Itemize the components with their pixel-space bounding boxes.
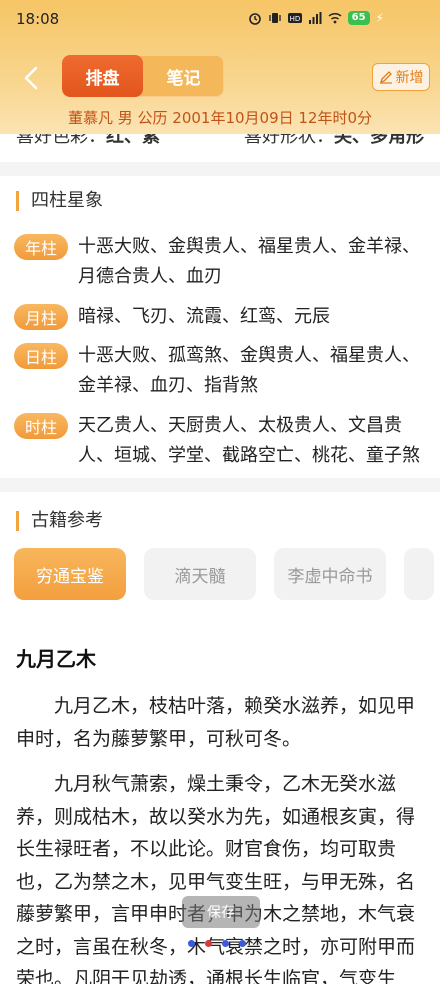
star-text: 十恶大败、金舆贵人、福星贵人、金羊禄、月德合贵人、血刃 <box>78 236 420 287</box>
tab-ditian-sui[interactable]: 滴天髓 <box>144 548 256 600</box>
tab-lixuzhong-mingshu[interactable]: 李虚中命书 <box>274 548 386 600</box>
indicator-dot <box>188 940 195 947</box>
pillar-badge: 日柱 <box>14 343 68 369</box>
reference-section-title: 古籍参考 <box>16 511 103 531</box>
wifi-icon <box>328 12 342 24</box>
reference-tabs: 穷通宝鉴 滴天髓 李虚中命书 <box>14 548 434 600</box>
hd-icon: HD <box>287 13 302 23</box>
star-row-day: 日柱 十恶大败、孤鸾煞、金舆贵人、福星贵人、金羊禄、血刃、指背煞 <box>14 341 426 401</box>
pillar-badge: 时柱 <box>14 413 68 439</box>
svg-text:HD: HD <box>289 15 300 23</box>
battery-level: 65 <box>351 12 366 23</box>
article-paragraph: 九月乙木，枝枯叶落，赖癸水滋养，如见甲申时，名为藤萝繁甲，可秋可冬。 <box>16 695 416 750</box>
mode-switch: 排盘 笔记 <box>62 55 224 97</box>
save-floating-button[interactable]: 保存 <box>182 896 260 928</box>
indicator-dot <box>205 940 212 947</box>
add-button[interactable]: 新增 <box>372 63 430 91</box>
status-bar: 18:08 HD 65 ⚡ <box>0 0 440 38</box>
article-paragraph: 九月秋气萧索，燥土秉令，乙木无癸水滋养，则成枯木，故以癸水为先，如通根亥寅，得长… <box>16 773 416 984</box>
back-arrow-icon[interactable] <box>20 64 44 92</box>
tab-notes[interactable]: 笔记 <box>143 55 224 97</box>
birth-info: 董慕凡 男 公历 2001年10月09日 12年时0分 <box>67 109 373 127</box>
star-row-hour: 时柱 天乙贵人、天厨贵人、太极贵人、文昌贵人、垣城、学堂、截路空亡、桃花、童子煞 <box>14 411 426 471</box>
pillar-badge: 年柱 <box>14 234 68 260</box>
alarm-icon <box>248 13 261 25</box>
tab-qiongtong-baojian[interactable]: 穷通宝鉴 <box>14 548 126 600</box>
tab-paipan[interactable]: 排盘 <box>62 55 143 97</box>
page-indicator <box>188 940 246 947</box>
star-text: 天乙贵人、天厨贵人、太极贵人、文昌贵人、垣城、学堂、截路空亡、桃花、童子煞 <box>78 415 420 466</box>
tab-more-partial[interactable] <box>404 548 434 600</box>
section-divider <box>0 162 440 176</box>
star-row-month: 月柱 暗禄、飞刃、流霞、红鸾、元辰 <box>14 302 426 332</box>
app-header: 18:08 HD 65 ⚡ 排盘 笔记 新增 董慕凡 男 公历 2001年10月… <box>0 0 440 134</box>
section-divider <box>0 478 440 492</box>
article-title: 九月乙木 <box>16 647 96 671</box>
pillar-badge: 月柱 <box>14 304 68 330</box>
indicator-dot <box>222 940 229 947</box>
star-row-year: 年柱 十恶大败、金舆贵人、福星贵人、金羊禄、月德合贵人、血刃 <box>14 232 426 292</box>
star-text: 暗禄、飞刃、流霞、红鸾、元辰 <box>78 306 330 327</box>
add-button-label: 新增 <box>395 70 424 86</box>
stars-section-title: 四柱星象 <box>16 191 103 211</box>
battery-icon: 65 <box>347 11 370 25</box>
cellular-signal-icon <box>308 12 322 24</box>
charging-icon: ⚡ <box>375 11 384 25</box>
vibrate-icon <box>268 13 281 23</box>
indicator-dot <box>239 940 246 947</box>
edit-icon <box>379 71 392 84</box>
status-time: 18:08 <box>16 10 60 28</box>
status-icons: HD 65 ⚡ <box>248 11 384 25</box>
star-text: 十恶大败、孤鸾煞、金舆贵人、福星贵人、金羊禄、血刃、指背煞 <box>78 345 420 396</box>
